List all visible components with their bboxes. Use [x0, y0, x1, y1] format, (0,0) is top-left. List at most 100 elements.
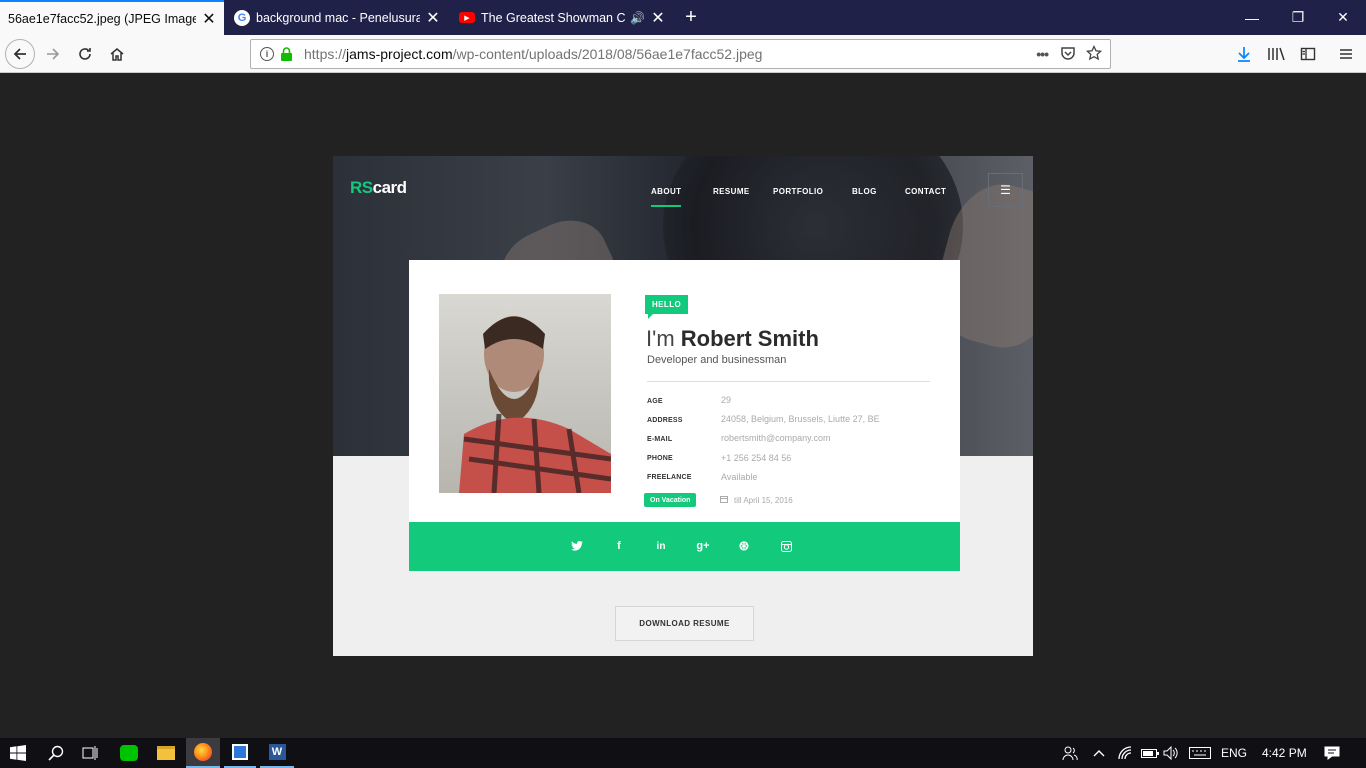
- download-icon: [1238, 47, 1250, 62]
- url-path: /wp-content/uploads/2018/08/56ae1e7facc5…: [452, 46, 763, 62]
- word-icon: W: [268, 744, 286, 760]
- reload-button[interactable]: [70, 39, 100, 69]
- vacation-badge: On Vacation: [644, 493, 697, 507]
- lock-icon[interactable]: [280, 47, 293, 61]
- task-view-icon: [82, 746, 98, 760]
- start-button[interactable]: [0, 738, 36, 768]
- volume-icon[interactable]: [1163, 738, 1179, 768]
- windows-taskbar: W ENG 4:42 PM: [0, 738, 1366, 768]
- hamburger-icon: [1340, 49, 1352, 59]
- divider: [647, 381, 930, 382]
- tab-jpeg-image[interactable]: 56ae1e7facc52.jpeg (JPEG Image, 70 ✕: [0, 0, 224, 35]
- downloads-button[interactable]: [1229, 39, 1259, 69]
- logo-brand: RS: [350, 178, 373, 197]
- library-icon: [1268, 47, 1285, 61]
- home-button[interactable]: [102, 39, 132, 69]
- info-value-age: 29: [721, 395, 732, 405]
- wifi-icon[interactable]: [1118, 738, 1134, 768]
- action-center-icon[interactable]: [1324, 738, 1340, 768]
- taskbar-file-explorer[interactable]: [150, 738, 182, 768]
- people-icon[interactable]: [1062, 738, 1078, 768]
- google-plus-icon[interactable]: g+: [693, 536, 713, 556]
- home-icon: [110, 48, 124, 61]
- plus-icon: +: [685, 6, 697, 28]
- facebook-icon[interactable]: f: [609, 536, 629, 556]
- menu-portfolio[interactable]: PORTFOLIO: [773, 187, 823, 196]
- search-icon: [48, 745, 64, 761]
- twitter-icon[interactable]: [567, 536, 587, 556]
- close-window-button[interactable]: ✕: [1320, 0, 1366, 35]
- pocket-icon[interactable]: [1060, 45, 1076, 64]
- tab-strip: 56ae1e7facc52.jpeg (JPEG Image, 70 ✕ G b…: [0, 0, 1366, 35]
- profile-card: HELLO I'm Robert Smith Developer and bus…: [409, 260, 960, 522]
- info-icon[interactable]: i: [260, 47, 274, 61]
- info-value-address: 24058, Belgium, Brussels, Liutte 27, BE: [721, 414, 880, 424]
- social-bar: f in g+ ⊛: [409, 522, 960, 571]
- tab-title: 56ae1e7facc52.jpeg (JPEG Image, 70: [8, 11, 196, 26]
- minimize-button[interactable]: —: [1229, 0, 1275, 35]
- menu-blog[interactable]: BLOG: [852, 187, 877, 196]
- chevron-up-icon[interactable]: [1093, 738, 1105, 768]
- taskbar-word[interactable]: W: [260, 738, 294, 768]
- info-key-email: E-MAIL: [647, 436, 673, 443]
- till-date: till April 15, 2016: [734, 495, 793, 505]
- logo-suffix: card: [372, 178, 407, 197]
- menu-resume[interactable]: RESUME: [713, 187, 750, 196]
- close-tab-icon[interactable]: ✕: [426, 8, 440, 28]
- speaker-icon[interactable]: 🔊: [630, 11, 645, 25]
- rscard-screenshot-image[interactable]: RScard ABOUT RESUME PORTFOLIO BLOG CONTA…: [333, 156, 1033, 656]
- clock[interactable]: 4:42 PM: [1262, 738, 1307, 768]
- keyboard-icon[interactable]: [1189, 738, 1211, 768]
- info-key-address: ADDRESS: [647, 417, 683, 424]
- menu-button[interactable]: [1331, 39, 1361, 69]
- menu-about[interactable]: ABOUT: [651, 187, 682, 207]
- info-value-email: robertsmith@company.com: [721, 433, 831, 443]
- battery-icon[interactable]: [1141, 738, 1159, 768]
- navigation-toolbar: i https://jams-project.com/wp-content/up…: [0, 35, 1366, 73]
- close-tab-icon[interactable]: ✕: [202, 9, 216, 29]
- url-text: https://jams-project.com/wp-content/uplo…: [304, 46, 762, 62]
- google-icon: G: [234, 9, 250, 26]
- tab-title: background mac - Penelusuran: [256, 10, 420, 25]
- youtube-icon: ▶: [459, 12, 475, 23]
- info-key-freelance: FREELANCE: [647, 474, 692, 481]
- instagram-icon[interactable]: [776, 536, 796, 556]
- tab-google-search[interactable]: G background mac - Penelusuran ✕: [226, 0, 448, 35]
- line-icon: [120, 745, 138, 761]
- info-key-phone: PHONE: [647, 455, 673, 462]
- restore-button[interactable]: ❐: [1275, 0, 1321, 35]
- download-resume-button[interactable]: DOWNLOAD RESUME: [615, 606, 754, 641]
- search-button[interactable]: [40, 738, 72, 768]
- url-host: jams-project.com: [346, 46, 453, 62]
- tab-title: The Greatest Showman Cast: [481, 10, 626, 25]
- address-bar[interactable]: i https://jams-project.com/wp-content/up…: [250, 39, 1111, 69]
- menu-contact[interactable]: CONTACT: [905, 187, 946, 196]
- profile-name: I'm Robert Smith: [646, 326, 819, 352]
- task-view-button[interactable]: [75, 738, 105, 768]
- app-icon: [232, 744, 248, 760]
- forward-button[interactable]: [38, 39, 68, 69]
- sidebar-button[interactable]: [1293, 39, 1323, 69]
- page-actions-icon[interactable]: •••: [1036, 46, 1049, 62]
- taskbar-line-app[interactable]: [113, 738, 145, 768]
- library-button[interactable]: [1261, 39, 1291, 69]
- bookmark-star-icon[interactable]: [1085, 44, 1103, 64]
- close-tab-icon[interactable]: ✕: [651, 8, 665, 28]
- folder-icon: [157, 746, 175, 760]
- hamburger-menu-button[interactable]: ☰: [988, 173, 1023, 207]
- dribbble-icon[interactable]: ⊛: [734, 536, 754, 556]
- taskbar-app-blue[interactable]: [224, 738, 256, 768]
- taskbar-firefox[interactable]: [186, 738, 220, 768]
- tab-youtube[interactable]: ▶ The Greatest Showman Cast 🔊 ✕: [451, 0, 673, 35]
- language-indicator[interactable]: ENG: [1221, 738, 1247, 768]
- image-viewer: RScard ABOUT RESUME PORTFOLIO BLOG CONTA…: [0, 74, 1366, 738]
- vacation-until: till April 15, 2016: [720, 495, 793, 505]
- profile-photo: [439, 294, 611, 493]
- rscard-logo[interactable]: RScard: [350, 178, 407, 198]
- linkedin-icon[interactable]: in: [651, 536, 671, 556]
- back-button[interactable]: [5, 39, 35, 69]
- arrow-left-icon: [13, 48, 26, 60]
- windows-logo-icon: [10, 745, 26, 761]
- info-value-phone: +1 256 254 84 56: [721, 453, 792, 463]
- new-tab-button[interactable]: +: [677, 0, 705, 35]
